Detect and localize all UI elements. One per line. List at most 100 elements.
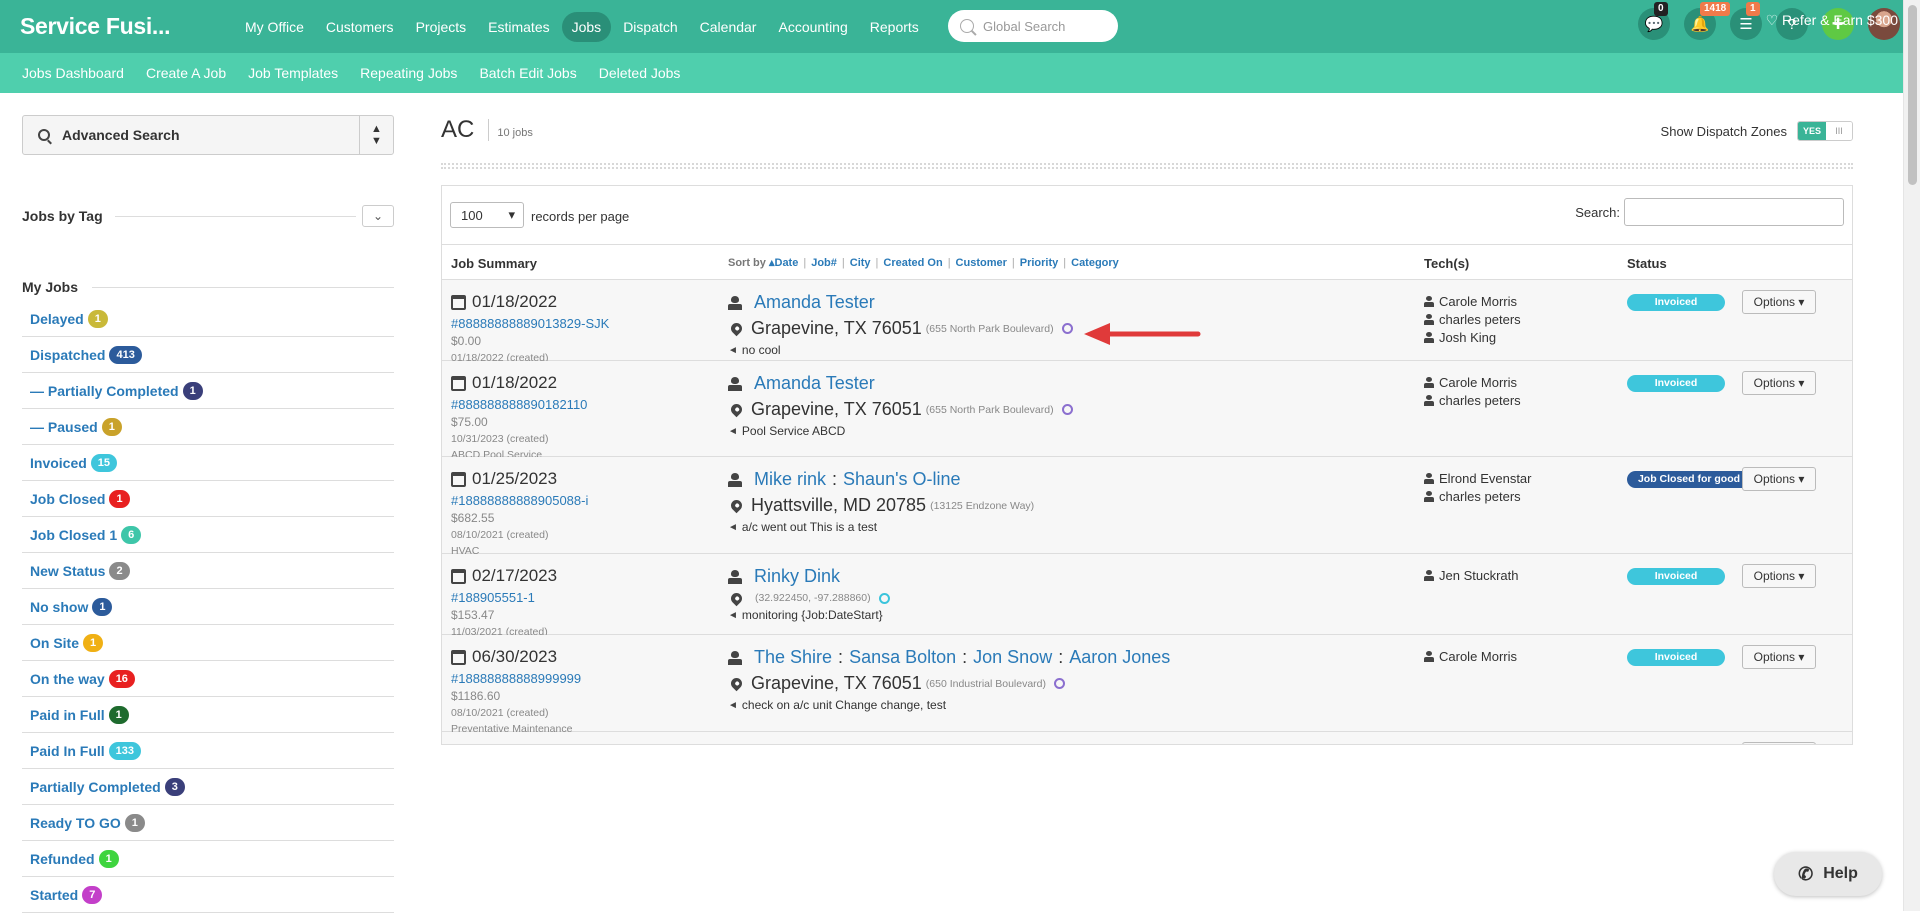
sort-link-priority[interactable]: Priority: [1020, 257, 1059, 269]
map-pin-icon: [728, 320, 745, 337]
sidebar-item[interactable]: Job Closed 1: [22, 481, 394, 517]
tech-item: Carole Morris: [1424, 647, 1517, 665]
sort-link-label: Created On: [883, 257, 943, 269]
sort-link-city[interactable]: City: [850, 257, 871, 269]
job-number-link[interactable]: #88888888889013829-SJK: [451, 316, 609, 331]
sort-arrows-icon[interactable]: ▲ ▼: [359, 116, 393, 154]
page-scrollbar[interactable]: [1903, 0, 1920, 911]
customer-link[interactable]: Rinky Dink: [754, 566, 840, 587]
job-number-link[interactable]: #888888888890182110: [451, 397, 587, 412]
advanced-search-button[interactable]: Advanced Search ▲ ▼: [22, 115, 394, 155]
divider: |: [1011, 257, 1015, 269]
chat-icon[interactable]: 💬 0: [1638, 2, 1670, 40]
nav-estimates[interactable]: Estimates: [478, 12, 559, 42]
customer-line: Christina: [728, 744, 1299, 745]
nav-jobs[interactable]: Jobs: [561, 11, 612, 42]
sidebar-item[interactable]: Invoiced 15: [22, 445, 394, 481]
sidebar-item[interactable]: Delayed 1: [22, 301, 394, 337]
options-button[interactable]: Options ▾: [1742, 742, 1816, 744]
dispatch-zones-toggle[interactable]: YES III: [1797, 121, 1853, 141]
options-button[interactable]: Options ▾: [1742, 371, 1816, 395]
customer-link[interactable]: The Shire: [754, 647, 832, 668]
subnav-jobs-dashboard[interactable]: Jobs Dashboard: [0, 65, 135, 81]
table-search-input[interactable]: [1624, 198, 1844, 226]
options-button[interactable]: Options ▾: [1742, 564, 1816, 588]
subnav-create-a-job[interactable]: Create A Job: [135, 65, 237, 81]
nav-projects[interactable]: Projects: [406, 12, 477, 42]
sidebar-item[interactable]: On the way 16: [22, 661, 394, 697]
job-description-text: check on a/c unit Change change, test: [741, 698, 947, 712]
customer-link[interactable]: Aaron Jones: [1069, 647, 1170, 668]
nav-calendar[interactable]: Calendar: [690, 12, 767, 42]
customer-icon: [728, 569, 742, 584]
job-description-text: a/c went out This is a test: [741, 520, 878, 534]
sidebar-item[interactable]: Paid in Full 1: [22, 697, 394, 733]
sidebar-item[interactable]: — Paused 1: [22, 409, 394, 445]
count-badge: 1: [101, 417, 122, 436]
sidebar-item[interactable]: Ready TO GO 1: [22, 805, 394, 841]
global-search-input[interactable]: Global Search: [948, 10, 1118, 42]
options-button[interactable]: Options ▾: [1742, 645, 1816, 669]
customer-link[interactable]: Sansa Bolton: [849, 647, 956, 668]
brand-logo[interactable]: Service Fusi...: [0, 13, 235, 40]
sort-link-category[interactable]: Category: [1071, 257, 1119, 269]
chevron-down-icon[interactable]: ⌄: [362, 205, 394, 227]
tech-item: charles peters: [1424, 487, 1532, 505]
my-jobs-title: My Jobs: [22, 279, 79, 295]
sidebar-item-label: On the way: [30, 670, 105, 687]
job-number-link[interactable]: #188905551-1: [451, 590, 557, 605]
customer-link[interactable]: Amanda Tester: [754, 373, 875, 394]
tech-item: charles peters: [1424, 744, 1521, 745]
sort-link-customer[interactable]: Customer: [956, 257, 1007, 269]
job-number-link[interactable]: #18888888888905088-i: [451, 493, 588, 508]
customer-link[interactable]: Mike rink: [754, 469, 826, 490]
sidebar-item[interactable]: Refunded 1: [22, 841, 394, 877]
task-list-icon[interactable]: ☰ 1: [1730, 2, 1762, 40]
options-button[interactable]: Options ▾: [1742, 467, 1816, 491]
sort-link-created-on[interactable]: Created On: [883, 257, 942, 269]
sidebar-item[interactable]: No show 1: [22, 589, 394, 625]
top-nav: Service Fusi... My Office Customers Projec…: [0, 0, 1920, 53]
sidebar-item[interactable]: Partially Completed 3: [22, 769, 394, 805]
sidebar-item[interactable]: Paid In Full 133: [22, 733, 394, 769]
refer-earn-link[interactable]: ♡ Refer & Earn $300: [1766, 12, 1898, 29]
sidebar-item[interactable]: — Partially Completed 1: [22, 373, 394, 409]
job-description: ◄ Pool Service ABCD: [728, 424, 1073, 438]
tech-name: Carole Morris: [1439, 293, 1518, 309]
status-badge: Invoiced: [1627, 294, 1725, 311]
job-number-link[interactable]: #18888888888999999: [451, 671, 581, 686]
sidebar-item[interactable]: New Status 2: [22, 553, 394, 589]
customer-link[interactable]: Christina: [754, 744, 825, 745]
records-per-page-select[interactable]: 100 ▾: [450, 202, 524, 228]
nav-customers[interactable]: Customers: [316, 12, 404, 42]
customer-link[interactable]: Amanda Tester: [754, 292, 875, 313]
nav-reports[interactable]: Reports: [860, 12, 929, 42]
sort-link-date[interactable]: ▴Date: [769, 257, 798, 269]
scrollbar-thumb[interactable]: [1908, 5, 1917, 185]
global-search-placeholder: Global Search: [983, 18, 1066, 34]
red-arrow-annotation: [1084, 323, 1201, 345]
chat-badge: 0: [1654, 2, 1668, 16]
subnav-repeating-jobs[interactable]: Repeating Jobs: [349, 65, 468, 81]
customer-link[interactable]: Shaun's O-line: [843, 469, 961, 490]
help-button[interactable]: ✆ Help: [1774, 852, 1882, 896]
location-line: Grapevine, TX 76051 (655 North Park Boule…: [728, 399, 1073, 420]
nav-dispatch[interactable]: Dispatch: [613, 12, 687, 42]
subnav-job-templates[interactable]: Job Templates: [237, 65, 349, 81]
megaphone-icon: ◄: [728, 521, 738, 533]
job-amount: $153.47: [451, 608, 495, 622]
subnav-deleted-jobs[interactable]: Deleted Jobs: [588, 65, 692, 81]
sidebar-item[interactable]: Job Closed 16: [22, 517, 394, 553]
customer-link[interactable]: Jon Snow: [973, 647, 1052, 668]
help-label: Help: [1823, 865, 1858, 882]
nav-my-office[interactable]: My Office: [235, 12, 314, 42]
sidebar-item[interactable]: Dispatched 413: [22, 337, 394, 373]
sidebar-item[interactable]: On Site 1: [22, 625, 394, 661]
sidebar-item[interactable]: Started 7: [22, 877, 394, 913]
nav-accounting[interactable]: Accounting: [768, 12, 857, 42]
table-header: Job Summary Sort by ▴Date | Job# | City | Crea…: [442, 244, 1852, 280]
sort-link-job-[interactable]: Job#: [811, 257, 837, 269]
options-button[interactable]: Options ▾: [1742, 290, 1816, 314]
subnav-batch-edit-jobs[interactable]: Batch Edit Jobs: [468, 65, 587, 81]
bell-icon[interactable]: 🔔 1418: [1684, 2, 1731, 40]
